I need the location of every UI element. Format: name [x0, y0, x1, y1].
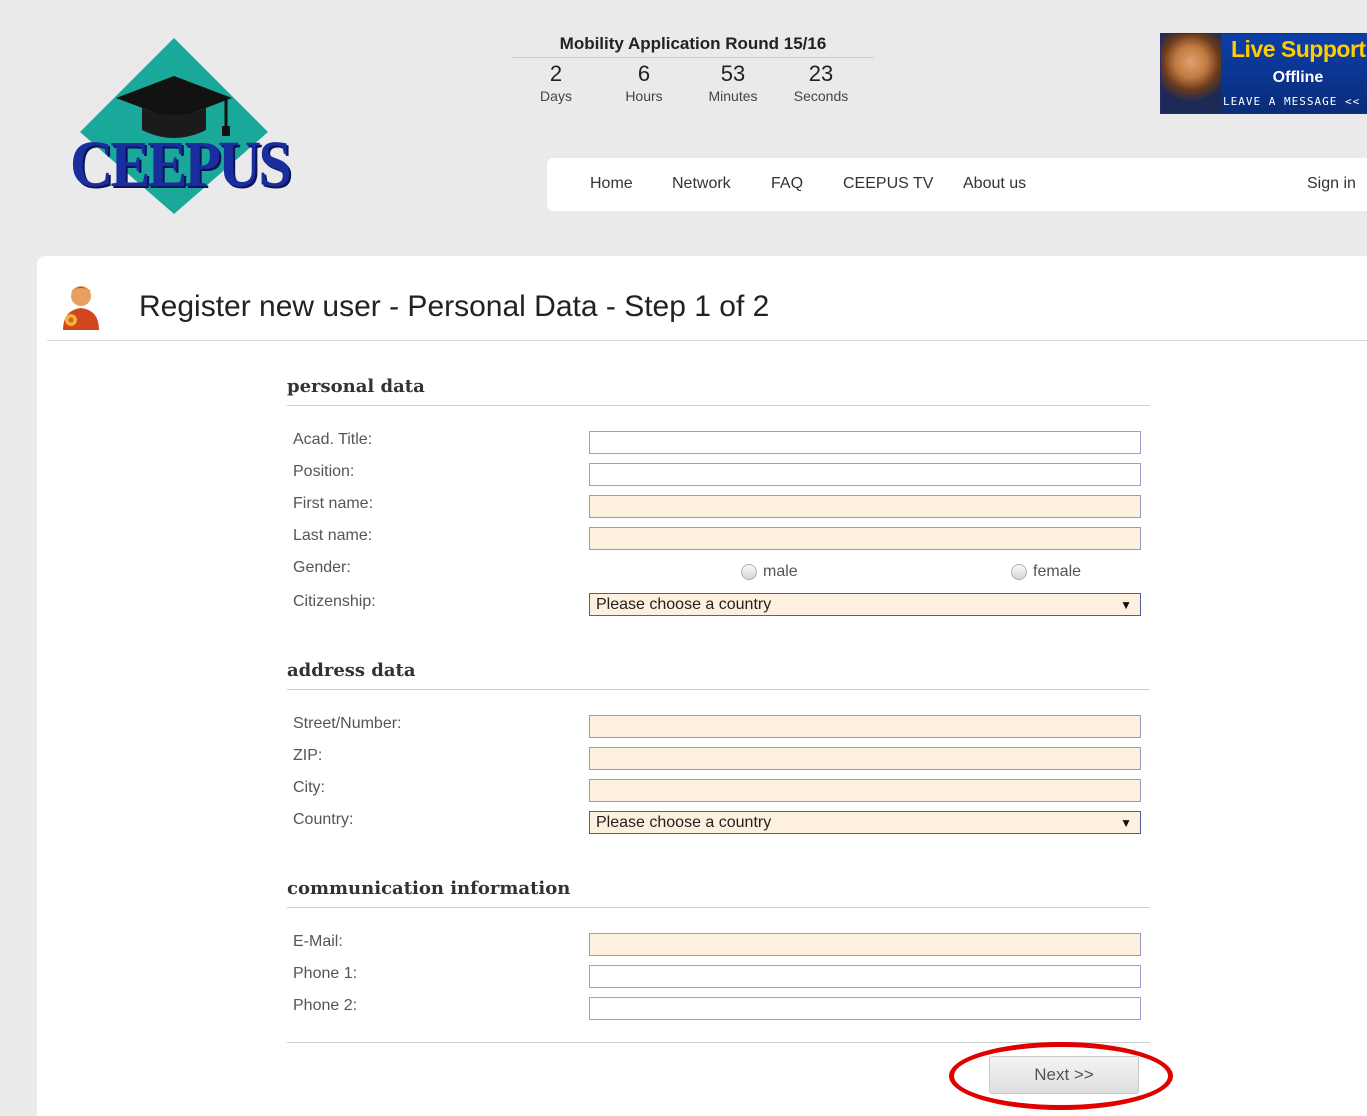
street-label: Street/Number:: [293, 715, 402, 732]
dropdown-arrow-icon: ▼: [1120, 815, 1132, 830]
citizenship-selected-value: Please choose a country: [596, 595, 772, 613]
city-field[interactable]: [589, 779, 1141, 802]
countdown-minutes-value: 53: [720, 61, 746, 86]
phone2-label: Phone 2:: [293, 997, 358, 1014]
first-name-label: First name:: [293, 495, 374, 512]
gender-female-label: female: [1033, 563, 1082, 580]
country-selected-value: Please choose a country: [596, 813, 772, 831]
radio-circle-icon: [1011, 564, 1027, 580]
nav-about-us[interactable]: About us: [963, 175, 1026, 193]
acad-title-field[interactable]: [589, 431, 1141, 454]
zip-label: ZIP:: [293, 747, 323, 764]
page-title: Register new user - Personal Data - Step…: [139, 290, 770, 323]
countdown-seconds-value: 23: [808, 61, 834, 86]
position-label: Position:: [293, 463, 355, 480]
nav-faq[interactable]: FAQ: [771, 175, 803, 193]
country-select[interactable]: Please choose a country ▼: [589, 811, 1141, 834]
countdown-days-value: 2: [549, 61, 563, 86]
registration-panel: Register new user - Personal Data - Step…: [37, 256, 1367, 1116]
gender-male-radio[interactable]: male: [741, 563, 798, 581]
user-icon: [63, 286, 99, 330]
email-field[interactable]: [589, 933, 1141, 956]
email-label: E-Mail:: [293, 933, 343, 950]
nav-network[interactable]: Network: [672, 175, 731, 193]
dropdown-arrow-icon: ▼: [1120, 597, 1132, 612]
countdown-days-label: Days: [540, 88, 572, 104]
country-label: Country:: [293, 811, 354, 828]
city-label: City:: [293, 779, 325, 796]
gender-male-label: male: [763, 563, 798, 580]
citizenship-label: Citizenship:: [293, 593, 376, 610]
live-support-status: Offline: [1272, 69, 1324, 86]
section-address-data: address data: [287, 660, 1150, 690]
gender-female-radio[interactable]: female: [1011, 563, 1081, 581]
live-support-banner[interactable]: Live Support! Offline LEAVE A MESSAGE <<: [1160, 33, 1367, 114]
countdown-hours: 6 Hours: [604, 61, 684, 105]
nav-sign-in[interactable]: Sign in: [1307, 175, 1356, 193]
next-button[interactable]: Next >>: [989, 1056, 1139, 1094]
countdown-minutes: 53 Minutes: [693, 61, 773, 105]
countdown-minutes-label: Minutes: [708, 88, 758, 104]
application-countdown: Mobility Application Round 15/16 2 Days …: [512, 34, 874, 104]
leave-message-link[interactable]: LEAVE A MESSAGE <<: [1223, 95, 1360, 108]
countdown-seconds-label: Seconds: [793, 88, 849, 104]
position-field[interactable]: [589, 463, 1141, 486]
countdown-title: Mobility Application Round 15/16: [512, 34, 874, 58]
nav-home[interactable]: Home: [590, 175, 633, 193]
phone2-field[interactable]: [589, 997, 1141, 1020]
section-personal-data: personal data: [287, 376, 1150, 406]
nav-ceepus-tv[interactable]: CEEPUS TV: [843, 175, 933, 193]
first-name-field[interactable]: [589, 495, 1141, 518]
street-field[interactable]: [589, 715, 1141, 738]
zip-field[interactable]: [589, 747, 1141, 770]
page-header: Register new user - Personal Data - Step…: [47, 256, 1367, 341]
logo-text: CEEPUS: [70, 127, 292, 201]
countdown-days: 2 Days: [516, 61, 596, 105]
citizenship-select[interactable]: Please choose a country ▼: [589, 593, 1141, 616]
phone1-label: Phone 1:: [293, 965, 358, 982]
section-communication: communication information: [287, 878, 1150, 908]
phone1-field[interactable]: [589, 965, 1141, 988]
radio-circle-icon: [741, 564, 757, 580]
form-divider: [287, 1042, 1150, 1043]
countdown-hours-label: Hours: [625, 88, 663, 104]
last-name-label: Last name:: [293, 527, 373, 544]
acad-title-label: Acad. Title:: [293, 431, 373, 448]
support-agent-avatar: [1161, 34, 1221, 113]
live-support-title: Live Support!: [1231, 36, 1367, 62]
countdown-seconds: 23 Seconds: [781, 61, 861, 105]
main-nav: Home Network FAQ CEEPUS TV About us Sign…: [547, 158, 1367, 211]
countdown-hours-value: 6: [637, 61, 651, 86]
last-name-field[interactable]: [589, 527, 1141, 550]
gender-label: Gender:: [293, 559, 351, 576]
